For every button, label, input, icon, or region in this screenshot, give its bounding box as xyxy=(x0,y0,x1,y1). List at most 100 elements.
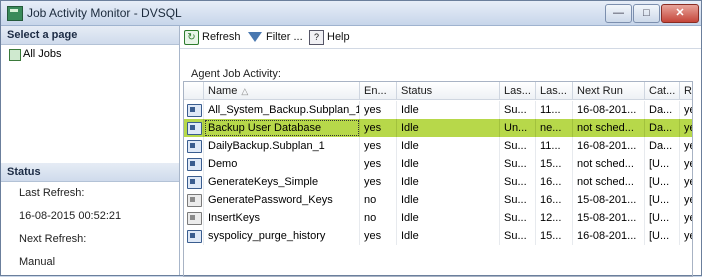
enabled-cell: yes xyxy=(360,101,397,119)
table-row[interactable]: GenerateKeys_Simple yes Idle Su... 16... not … xyxy=(184,173,692,191)
section-label: Agent Job Activity: xyxy=(191,68,281,80)
select-page-header: Select a page xyxy=(1,26,179,45)
last-run-cell: 16... xyxy=(536,173,573,191)
job-icon-cell xyxy=(184,137,204,155)
enabled-cell: no xyxy=(360,209,397,227)
job-name-cell: Demo xyxy=(204,155,360,173)
next-run-cell: not sched... xyxy=(573,155,645,173)
last-run-outcome-cell: Su... xyxy=(500,209,536,227)
column-header-runnable[interactable]: R xyxy=(680,82,692,100)
runnable-cell: ye xyxy=(680,227,692,245)
job-icon-cell xyxy=(184,155,204,173)
runnable-cell: ye xyxy=(680,191,692,209)
column-header-next-run[interactable]: Next Run xyxy=(573,82,645,100)
column-header-name-label: Name xyxy=(208,85,238,97)
column-header-category[interactable]: Cat... xyxy=(645,82,680,100)
job-name-cell: GeneratePassword_Keys xyxy=(204,191,360,209)
last-run-cell: 12... xyxy=(536,209,573,227)
status-cell: Idle xyxy=(397,173,500,191)
refresh-label: Refresh xyxy=(202,31,241,43)
job-name-cell: InsertKeys xyxy=(204,209,360,227)
last-refresh-value: 16-08-2015 00:52:21 xyxy=(19,210,122,222)
job-icon xyxy=(187,122,202,135)
status-cell: Idle xyxy=(397,101,500,119)
status-header: Status xyxy=(1,163,179,182)
enabled-cell: yes xyxy=(360,227,397,245)
runnable-cell: ye xyxy=(680,155,692,173)
runnable-cell: ye xyxy=(680,209,692,227)
next-run-cell: 15-08-201... xyxy=(573,191,645,209)
table-row[interactable]: syspolicy_purge_history yes Idle Su... 15...… xyxy=(184,227,692,245)
last-refresh-label: Last Refresh: xyxy=(19,187,85,199)
filter-button[interactable]: Filter ... xyxy=(247,29,303,45)
refresh-icon: ↻ xyxy=(184,30,199,45)
job-icon-cell xyxy=(184,191,204,209)
job-name-cell: Backup User Database xyxy=(204,119,360,137)
close-button[interactable]: ✕ xyxy=(661,4,699,23)
job-icon-cell xyxy=(184,209,204,227)
job-activity-monitor-window: Job Activity Monitor - DVSQL — □ ✕ Selec… xyxy=(0,0,702,277)
status-cell: Idle xyxy=(397,119,500,137)
next-run-cell: 15-08-201... xyxy=(573,209,645,227)
job-name-cell: DailyBackup.Subplan_1 xyxy=(204,137,360,155)
table-row[interactable]: All_System_Backup.Subplan_1 yes Idle Su... 1… xyxy=(184,101,692,119)
runnable-cell: ye xyxy=(680,119,692,137)
table-row[interactable]: Backup User Database yes Idle Un... ne... not… xyxy=(184,119,692,137)
runnable-cell: ye xyxy=(680,137,692,155)
next-run-cell: not sched... xyxy=(573,119,645,137)
enabled-cell: no xyxy=(360,191,397,209)
last-run-outcome-cell: Su... xyxy=(500,155,536,173)
enabled-cell: yes xyxy=(360,173,397,191)
icon-column-header[interactable] xyxy=(184,82,204,100)
category-cell: [U... xyxy=(645,209,680,227)
column-header-last-run[interactable]: Las... xyxy=(536,82,573,100)
category-cell: [U... xyxy=(645,227,680,245)
next-refresh-value: Manual xyxy=(19,256,56,268)
filter-icon xyxy=(248,32,262,42)
next-run-cell: 16-08-201... xyxy=(573,101,645,119)
column-header-enabled[interactable]: En... xyxy=(360,82,397,100)
column-header-name[interactable]: Name △ xyxy=(204,82,360,100)
right-pane: ↻ Refresh Filter ... ? Help Agent Job Ac… xyxy=(180,26,701,277)
status-cell: Idle xyxy=(397,137,500,155)
help-button[interactable]: ? Help xyxy=(308,29,350,45)
column-header-last-run-outcome[interactable]: Las... xyxy=(500,82,536,100)
last-run-cell: 15... xyxy=(536,227,573,245)
window-title: Job Activity Monitor - DVSQL xyxy=(27,6,182,20)
minimize-button[interactable]: — xyxy=(605,4,632,23)
status-cell: Idle xyxy=(397,209,500,227)
runnable-cell: ye xyxy=(680,173,692,191)
select-page-panel: Select a page All Jobs xyxy=(1,26,179,146)
last-run-cell: ne... xyxy=(536,119,573,137)
last-run-outcome-cell: Su... xyxy=(500,137,536,155)
column-header-status[interactable]: Status xyxy=(397,82,500,100)
last-run-cell: 11... xyxy=(536,101,573,119)
category-cell: Da... xyxy=(645,101,680,119)
table-row[interactable]: DemoyesIdleSu...15...not sched...[U...ye xyxy=(184,155,692,173)
app-icon xyxy=(7,6,23,21)
job-icon-cell xyxy=(184,101,204,119)
category-cell: [U... xyxy=(645,191,680,209)
refresh-button[interactable]: ↻ Refresh xyxy=(183,29,241,45)
table-row[interactable]: DailyBackup.Subplan_1 yes Idle Su... 11... 16… xyxy=(184,137,692,155)
table-row[interactable]: InsertKeys no Idle Su... 12... 15-08-201... [U… xyxy=(184,209,692,227)
table-row[interactable]: GeneratePassword_Keys no Idle Su... 16... 15-… xyxy=(184,191,692,209)
status-cell: Idle xyxy=(397,155,500,173)
job-icon xyxy=(187,212,202,225)
job-icon xyxy=(187,140,202,153)
enabled-cell: yes xyxy=(360,137,397,155)
status-panel: Status Last Refresh: 16-08-2015 00:52:21… xyxy=(1,163,179,275)
job-icon xyxy=(187,194,202,207)
job-icon-cell xyxy=(184,119,204,137)
page-item-all-jobs[interactable]: All Jobs xyxy=(1,45,179,63)
last-run-cell: 15... xyxy=(536,155,573,173)
title-bar[interactable]: Job Activity Monitor - DVSQL — □ ✕ xyxy=(1,1,701,26)
job-icon-cell xyxy=(184,227,204,245)
last-run-cell: 11... xyxy=(536,137,573,155)
toolbar: ↻ Refresh Filter ... ? Help xyxy=(180,26,701,49)
last-run-outcome-cell: Un... xyxy=(500,119,536,137)
help-label: Help xyxy=(327,31,350,43)
maximize-button[interactable]: □ xyxy=(633,4,660,23)
next-run-cell: 16-08-201... xyxy=(573,137,645,155)
job-name-cell: All_System_Backup.Subplan_1 xyxy=(204,101,360,119)
